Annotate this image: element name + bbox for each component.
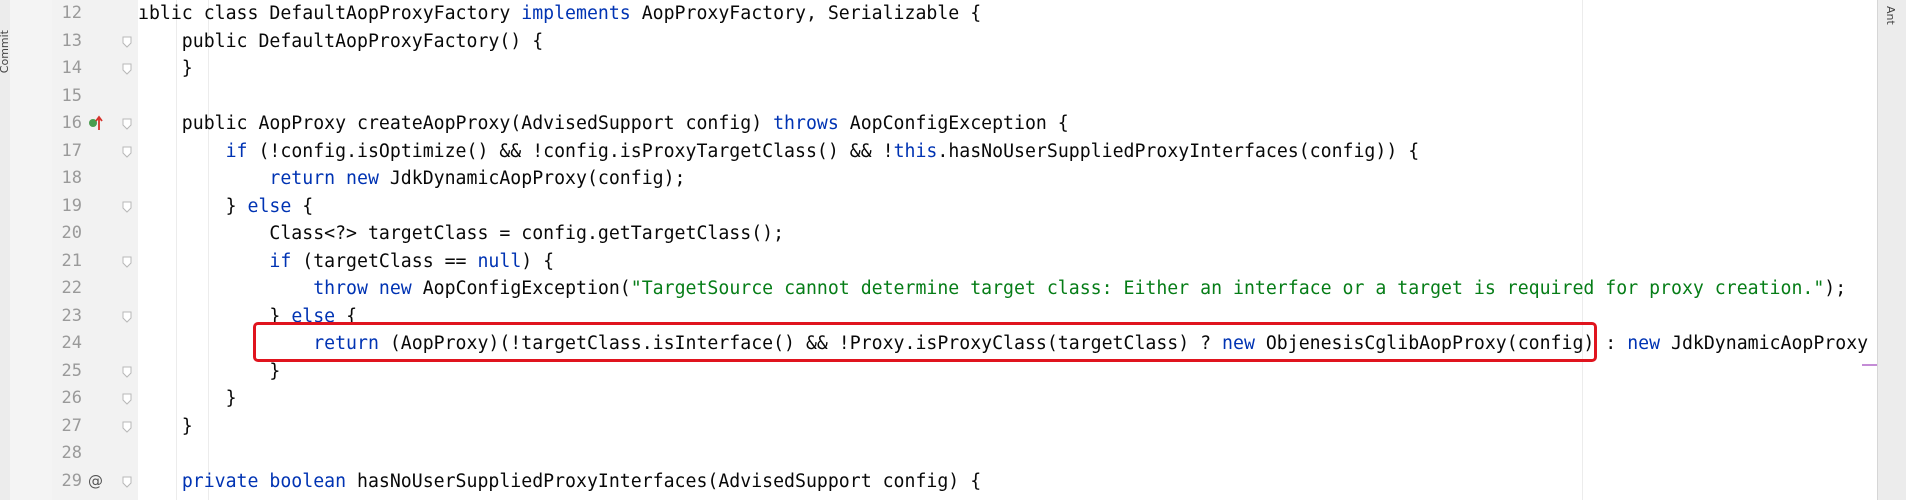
code-line[interactable]: return new JdkDynamicAopProxy(config); bbox=[138, 165, 686, 193]
line-number: 22 bbox=[61, 278, 82, 298]
code-token: } bbox=[138, 195, 248, 217]
code-token: Class<?> targetClass = config.getTargetC… bbox=[138, 223, 785, 244]
fold-toggle-icon[interactable] bbox=[122, 311, 132, 323]
keyword-token: throw new bbox=[313, 278, 412, 299]
code-line[interactable]: throw new AopConfigException("TargetSour… bbox=[138, 275, 1846, 303]
line-number: 15 bbox=[61, 85, 82, 106]
line-number: 27 bbox=[61, 415, 82, 436]
ant-tool-tab[interactable]: Ant bbox=[1884, 6, 1897, 25]
right-margin-guide bbox=[1582, 0, 1583, 500]
keyword-token: throws bbox=[773, 113, 839, 134]
line-number: 25 bbox=[61, 360, 82, 381]
implements-method-icon[interactable] bbox=[88, 114, 104, 134]
code-line[interactable]: public AopProxy createAopProxy(AdvisedSu… bbox=[138, 110, 1069, 138]
line-number: 16 bbox=[61, 113, 82, 133]
fold-toggle-icon[interactable] bbox=[122, 201, 132, 213]
keyword-token: return new bbox=[269, 168, 379, 189]
line-number: 12 bbox=[61, 3, 82, 23]
line-number: 19 bbox=[61, 195, 82, 216]
code-token: } bbox=[138, 388, 237, 409]
code-line[interactable]: } bbox=[138, 55, 193, 83]
line-number: 17 bbox=[61, 140, 82, 161]
code-line[interactable]: Class<?> targetClass = config.getTargetC… bbox=[138, 220, 784, 248]
code-token: (targetClass == bbox=[291, 250, 478, 272]
line-number: 18 bbox=[61, 168, 82, 188]
code-editor[interactable]: ıblic class DefaultAopProxyFactory imple… bbox=[138, 0, 1870, 500]
keyword-token: this bbox=[893, 140, 938, 162]
keyword-token: null bbox=[477, 250, 522, 272]
keyword-token: if bbox=[225, 140, 248, 162]
keyword-token: if bbox=[269, 250, 292, 272]
highlight-annotation-box bbox=[253, 322, 1597, 362]
line-number: 28 bbox=[61, 443, 82, 463]
keyword-token: new bbox=[1627, 333, 1661, 354]
code-token: public DefaultAopProxyFactory() { bbox=[138, 30, 544, 52]
code-token: } bbox=[138, 58, 193, 79]
code-token: public AopProxy createAopProxy(AdvisedSu… bbox=[138, 113, 774, 134]
fold-toggle-icon[interactable] bbox=[122, 36, 132, 48]
code-line[interactable]: } else { bbox=[138, 193, 314, 221]
code-line[interactable]: } bbox=[138, 413, 193, 441]
line-number: 20 bbox=[61, 223, 82, 243]
code-token: ıblic class DefaultAopProxyFactory bbox=[138, 3, 522, 24]
code-token: { bbox=[291, 195, 314, 217]
line-number: 14 bbox=[61, 58, 82, 78]
line-number: 29 bbox=[61, 470, 82, 491]
code-token: ) { bbox=[521, 250, 555, 272]
code-token: AopConfigException { bbox=[838, 113, 1069, 134]
code-token: } bbox=[138, 360, 281, 382]
code-line[interactable]: ıblic class DefaultAopProxyFactory imple… bbox=[138, 0, 981, 28]
code-token: JdkDynamicAopProxy(config); bbox=[378, 168, 686, 189]
fold-toggle-icon[interactable] bbox=[122, 146, 132, 158]
code-token: (!config.isOptimize() && !config.isProxy… bbox=[247, 140, 894, 162]
string-literal: "TargetSource cannot determine target cl… bbox=[630, 278, 1825, 299]
code-line[interactable]: if (!config.isOptimize() && !config.isPr… bbox=[138, 138, 1420, 166]
keyword-token: else bbox=[247, 195, 292, 217]
line-number: 23 bbox=[61, 305, 82, 326]
fold-toggle-icon[interactable] bbox=[122, 421, 132, 433]
annotation-icon[interactable]: @ bbox=[88, 472, 104, 492]
left-panel-edge bbox=[10, 0, 53, 500]
code-line[interactable]: public DefaultAopProxyFactory() { bbox=[138, 28, 543, 56]
line-number: 24 bbox=[61, 333, 82, 353]
code-token: AopProxyFactory, Serializable { bbox=[630, 3, 982, 24]
fold-toggle-icon[interactable] bbox=[122, 366, 132, 378]
fold-toggle-icon[interactable] bbox=[122, 118, 132, 130]
line-number: 26 bbox=[61, 388, 82, 408]
line-number: 21 bbox=[61, 250, 82, 271]
keyword-token: private boolean bbox=[181, 470, 347, 492]
fold-toggle-icon[interactable] bbox=[122, 476, 132, 488]
code-token: ); bbox=[1824, 278, 1847, 299]
fold-toggle-icon[interactable] bbox=[122, 63, 132, 75]
fold-toggle-icon[interactable] bbox=[122, 393, 132, 405]
editor-gutter[interactable]: 12 13 14 15 16 17 18 19 20 21 22 23 24 25 26 27 28 29 @ bbox=[52, 0, 138, 500]
keyword-token: implements bbox=[521, 3, 631, 24]
code-token: .hasNoUserSuppliedProxyInterfaces(config… bbox=[937, 140, 1420, 162]
code-token: hasNoUserSuppliedProxyInterfaces(Advised… bbox=[346, 470, 982, 492]
line-number: 13 bbox=[61, 30, 82, 51]
code-line[interactable]: } bbox=[138, 385, 237, 413]
code-token: JdkDynamicAopProxy(co bbox=[1671, 333, 1870, 354]
code-line[interactable]: private boolean hasNoUserSuppliedProxyIn… bbox=[138, 468, 981, 496]
code-token: AopConfigException( bbox=[411, 278, 631, 299]
code-token: } bbox=[138, 415, 193, 437]
scroll-marker bbox=[1862, 364, 1878, 366]
right-tool-window-bar: Ant bbox=[1877, 0, 1906, 500]
fold-toggle-icon[interactable] bbox=[122, 256, 132, 268]
code-line[interactable]: if (targetClass == null) { bbox=[138, 248, 554, 276]
